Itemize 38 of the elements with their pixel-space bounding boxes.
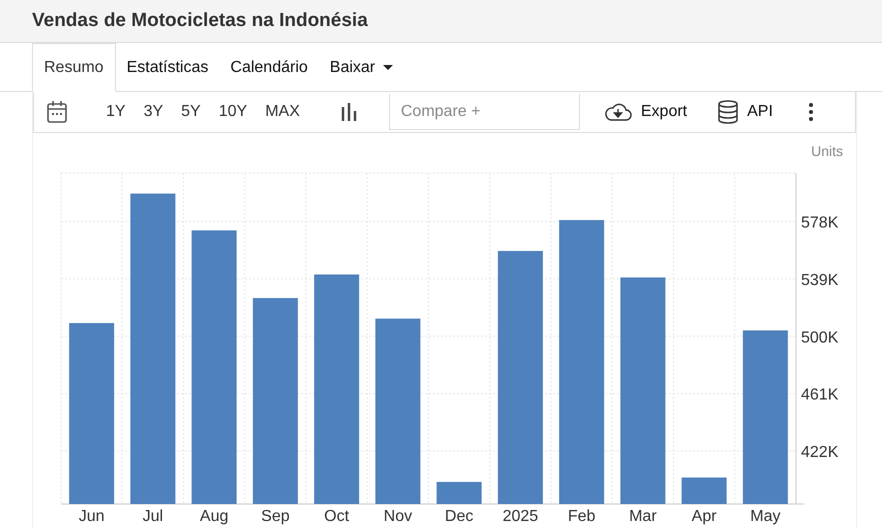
range-button[interactable]: MAX [256,103,309,121]
page-title: Vendas de Motocicletas na Indonésia [32,10,368,32]
range-button[interactable]: 3Y [134,103,172,121]
axis-label: Dec [444,508,474,525]
bar-chart-icon[interactable] [340,103,358,121]
database-icon [718,100,738,124]
axis-label: Mar [629,508,657,525]
axis-label: 461K [801,386,838,404]
axis-label: Sep [261,508,290,525]
bar [436,482,482,504]
cloud-download-icon [604,102,632,122]
calendar-icon[interactable] [47,101,67,123]
axis-label: Apr [692,508,717,525]
axis-label: 578K [801,214,838,232]
axis-label: Oct [324,508,350,525]
compare-field[interactable]: Compare + [388,94,580,130]
axis-label: Aug [200,508,228,525]
tab[interactable]: Estatísticas [116,43,220,92]
tab[interactable]: Calendário [219,43,319,92]
axis-label: May [750,508,780,525]
axis-label: Jul [142,508,164,525]
axis-label: 2025 [502,508,538,525]
range-button[interactable]: 5Y [172,103,210,121]
tab[interactable]: Resumo [32,43,116,92]
more-menu-icon[interactable] [808,103,814,121]
range-button[interactable]: 10Y [210,103,256,121]
api-button[interactable]: API [718,100,773,124]
axis-label: Jun [78,508,105,525]
tab[interactable]: Baixar [318,43,404,92]
axis-label: Nov [384,508,412,525]
axis-label: 422K [801,444,838,462]
units-label: Units [811,143,843,159]
axis-label: 500K [801,329,838,346]
range-button[interactable]: 1Y [97,103,135,121]
export-button[interactable]: Export [604,102,688,122]
bar [682,478,727,504]
axis-label: Feb [568,508,596,525]
axis-label: 539K [801,272,838,289]
